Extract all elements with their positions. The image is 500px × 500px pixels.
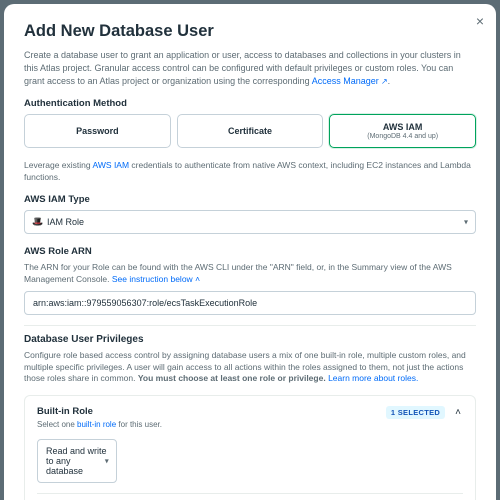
priv-desc-bold: You must choose at least one role or pri… <box>138 373 328 383</box>
arn-label: AWS Role ARN <box>24 246 476 257</box>
arn-hint: The ARN for your Role can be found with … <box>24 262 476 286</box>
modal-title: Add New Database User <box>24 22 476 41</box>
access-manager-link[interactable]: Access Manager <box>312 76 388 86</box>
auth-option-sub: (MongoDB 4.4 and up) <box>367 133 438 140</box>
auth-option-password[interactable]: Password <box>24 114 171 148</box>
aws-iam-link[interactable]: AWS IAM <box>93 160 130 170</box>
builtin-role-select[interactable]: Read and write to any database <box>37 439 117 483</box>
auth-option-aws-iam[interactable]: AWS IAM (MongoDB 4.4 and up) <box>329 114 476 148</box>
builtin-role-section: Built-in Role Select one built-in role f… <box>37 406 463 482</box>
builtin-role-link[interactable]: built-in role <box>77 420 116 429</box>
auth-option-label: Password <box>76 126 119 136</box>
learn-roles-link[interactable]: Learn more about roles. <box>328 373 418 383</box>
auth-method-label: Authentication Method <box>24 98 476 109</box>
iam-type-label: AWS IAM Type <box>24 194 476 205</box>
auth-option-label: AWS IAM <box>383 122 423 132</box>
divider <box>37 493 463 494</box>
arn-instruction-link[interactable]: See instruction below ˄ <box>112 274 200 284</box>
divider <box>24 325 476 326</box>
chevron-up-icon[interactable]: ˄ <box>453 407 463 418</box>
arn-input[interactable] <box>24 291 476 315</box>
note-text: Leverage existing <box>24 160 93 170</box>
role-icon: 🎩 <box>32 216 43 227</box>
add-db-user-modal: × Add New Database User Create a databas… <box>4 4 496 500</box>
arn-hint-text: The ARN for your Role can be found with … <box>24 262 452 284</box>
close-icon[interactable]: × <box>476 14 484 28</box>
auth-note: Leverage existing AWS IAM credentials to… <box>24 160 476 184</box>
builtin-role-title: Built-in Role <box>37 406 182 417</box>
builtin-role-sub: Select one built-in role for this user. <box>37 419 182 430</box>
chevron-up-icon: ˄ <box>195 274 200 284</box>
privileges-panel: Built-in Role Select one built-in role f… <box>24 395 476 500</box>
selected-count-badge: 1 SELECTED <box>386 406 445 419</box>
privileges-heading: Database User Privileges <box>24 334 476 345</box>
iam-type-select[interactable]: IAM Role <box>24 210 476 234</box>
modal-description: Create a database user to grant an appli… <box>24 49 476 88</box>
auth-option-label: Certificate <box>228 126 272 136</box>
auth-method-group: Password Certificate AWS IAM (MongoDB 4.… <box>24 114 476 148</box>
desc-text: Create a database user to grant an appli… <box>24 50 461 86</box>
privileges-desc: Configure role based access control by a… <box>24 350 476 386</box>
auth-option-certificate[interactable]: Certificate <box>177 114 324 148</box>
